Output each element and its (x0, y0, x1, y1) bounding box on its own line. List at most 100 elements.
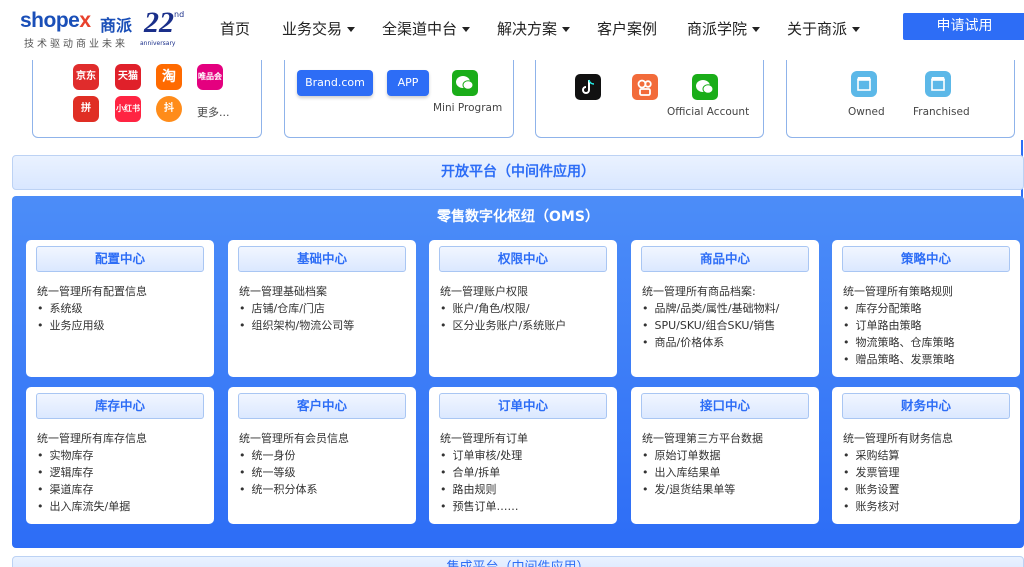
list-item: 账务核对 (843, 498, 1015, 515)
list-item: 原始订单数据 (642, 447, 814, 464)
module-order-center: 订单中心 统一管理所有订单 订单审核/处理 合单/拆单 路由规则 预售订单…… (429, 387, 617, 524)
nav-item-label: 全渠道中台 (382, 20, 458, 38)
shopex-logo[interactable]: shopex 商派 技术驱动商业未来 22 nd anniversary (20, 6, 190, 52)
module-desc: 统一管理所有会员信息 (239, 432, 349, 445)
module-title: 库存中心 (36, 393, 204, 419)
module-finance-center: 财务中心 统一管理所有财务信息 采购结算 发票管理 账务设置 账务核对 (832, 387, 1020, 524)
list-item: 账户/角色/权限/ (440, 300, 612, 317)
module-title: 订单中心 (439, 393, 607, 419)
tiktok-icon (575, 74, 601, 100)
logo-anniversary-number: 22 (144, 6, 174, 39)
social-channels-card: Official Account (535, 56, 764, 138)
module-product-center: 商品中心 统一管理所有商品档案: 品牌/品类/属性/基础物料/ SPU/SKU/… (631, 240, 819, 377)
owned-caption: Owned (848, 106, 885, 118)
module-list: 实物库存 逻辑库存 渠道库存 出入库流失/单据 (37, 447, 209, 515)
module-desc: 统一管理所有财务信息 (843, 432, 953, 445)
module-title: 商品中心 (641, 246, 809, 272)
module-inventory-center: 库存中心 统一管理所有库存信息 实物库存 逻辑库存 渠道库存 出入库流失/单据 (26, 387, 214, 524)
module-desc: 统一管理基础档案 (239, 285, 327, 298)
nav-item-label: 关于商派 (787, 20, 848, 38)
module-config-center: 配置中心 统一管理所有配置信息 系统级 业务应用级 (26, 240, 214, 377)
franchised-caption: Franchised (913, 106, 970, 118)
nav-item-omni-channel[interactable]: 全渠道中台 (382, 18, 471, 39)
caret-down-icon (462, 27, 471, 32)
module-desc: 统一管理所有订单 (440, 432, 528, 445)
list-item: 实物库存 (37, 447, 209, 464)
module-desc: 统一管理账户权限 (440, 285, 528, 298)
mini-program-caption: Mini Program (433, 102, 503, 114)
nav-item-solutions[interactable]: 解决方案 (497, 18, 571, 39)
list-item: SPU/SKU/组合SKU/销售 (642, 317, 814, 334)
list-item: 商品/价格体系 (642, 334, 814, 351)
module-desc: 统一管理所有商品档案: (642, 285, 756, 298)
list-item: 店铺/仓库/门店 (239, 300, 411, 317)
module-list: 订单审核/处理 合单/拆单 路由规则 预售订单…… (440, 447, 612, 515)
module-list: 品牌/品类/属性/基础物料/ SPU/SKU/组合SKU/销售 商品/价格体系 (642, 300, 814, 351)
list-item: 统一等级 (239, 464, 411, 481)
module-title: 客户中心 (238, 393, 406, 419)
jd-icon: 京东 (73, 64, 99, 90)
list-item: 订单路由策略 (843, 317, 1015, 334)
module-list: 系统级 业务应用级 (37, 300, 209, 334)
module-title: 权限中心 (439, 246, 607, 272)
integration-platform-bar: 集成平台（中间件应用） (12, 556, 1024, 567)
list-item: 出入库结果单 (642, 464, 814, 481)
module-list: 采购结算 发票管理 账务设置 账务核对 (843, 447, 1015, 515)
douyin-mall-icon: 抖 (156, 96, 182, 122)
list-item: 渠道库存 (37, 481, 209, 498)
module-list: 库存分配策略 订单路由策略 物流策略、仓库策略 赠品策略、发票策略 (843, 300, 1015, 368)
oms-section: 零售数字化枢纽（OMS） 配置中心 统一管理所有配置信息 系统级 业务应用级 基… (12, 196, 1024, 548)
nav-item-label: 客户案例 (597, 20, 658, 38)
stores-card: Owned Franchised (786, 56, 1015, 138)
nav-item-home[interactable]: 首页 (220, 18, 250, 39)
nav-item-cases[interactable]: 客户案例 (597, 18, 657, 39)
franchised-store-icon (925, 71, 951, 97)
list-item: 统一积分体系 (239, 481, 411, 498)
list-item: 赠品策略、发票策略 (843, 351, 1015, 368)
module-title: 策略中心 (842, 246, 1010, 272)
xiaohongshu-icon: 小红书 (115, 96, 141, 122)
module-customer-center: 客户中心 统一管理所有会员信息 统一身份 统一等级 统一积分体系 (228, 387, 416, 524)
logo-anniversary-suffix: nd (174, 10, 185, 19)
list-item: 预售订单…… (440, 498, 612, 515)
owned-store-icon (851, 71, 877, 97)
brand-com-pill: Brand.com (297, 70, 373, 96)
nav-item-about[interactable]: 关于商派 (787, 18, 861, 39)
module-title: 基础中心 (238, 246, 406, 272)
caret-down-icon (562, 27, 571, 32)
logo-brand: shopex (20, 9, 91, 32)
nav-item-academy[interactable]: 商派学院 (687, 18, 761, 39)
apply-trial-button[interactable]: 申请试用 (903, 13, 1024, 40)
nav-item-label: 解决方案 (497, 20, 558, 38)
list-item: 账务设置 (843, 481, 1015, 498)
list-item: 逻辑库存 (37, 464, 209, 481)
module-title: 配置中心 (36, 246, 204, 272)
nav-item-label: 首页 (220, 20, 251, 38)
nav-item-label: 商派学院 (687, 20, 748, 38)
module-interface-center: 接口中心 统一管理第三方平台数据 原始订单数据 出入库结果单 发/退货结果单等 (631, 387, 819, 524)
nav-item-business[interactable]: 业务交易 (282, 18, 356, 39)
wechat-icon (452, 70, 478, 96)
list-item: 订单审核/处理 (440, 447, 612, 464)
nav-item-label: 业务交易 (282, 20, 343, 38)
module-permission-center: 权限中心 统一管理账户权限 账户/角色/权限/ 区分业务账户/系统账户 (429, 240, 617, 377)
module-list: 店铺/仓库/门店 组织架构/物流公司等 (239, 300, 411, 334)
pinduoduo-icon: 拼 (73, 96, 99, 122)
caret-down-icon (347, 27, 356, 32)
logo-anniversary-text: anniversary (140, 40, 176, 47)
wechat-official-icon (692, 74, 718, 100)
tmall-icon: 天猫 (115, 64, 141, 90)
list-item: 系统级 (37, 300, 209, 317)
module-title: 接口中心 (641, 393, 809, 419)
list-item: 业务应用级 (37, 317, 209, 334)
list-item: 采购结算 (843, 447, 1015, 464)
list-item: 区分业务账户/系统账户 (440, 317, 612, 334)
module-list: 统一身份 统一等级 统一积分体系 (239, 447, 411, 498)
ecommerce-platforms-card: 京东 天猫 淘 唯品会 拼 小红书 抖 更多... (32, 56, 262, 138)
module-strategy-center: 策略中心 统一管理所有策略规则 库存分配策略 订单路由策略 物流策略、仓库策略 … (832, 240, 1020, 377)
vipshop-icon: 唯品会 (197, 64, 223, 90)
list-item: 统一身份 (239, 447, 411, 464)
module-list: 账户/角色/权限/ 区分业务账户/系统账户 (440, 300, 612, 334)
oms-title: 零售数字化枢纽（OMS） (437, 209, 599, 225)
more-platforms-text: 更多... (197, 106, 230, 119)
